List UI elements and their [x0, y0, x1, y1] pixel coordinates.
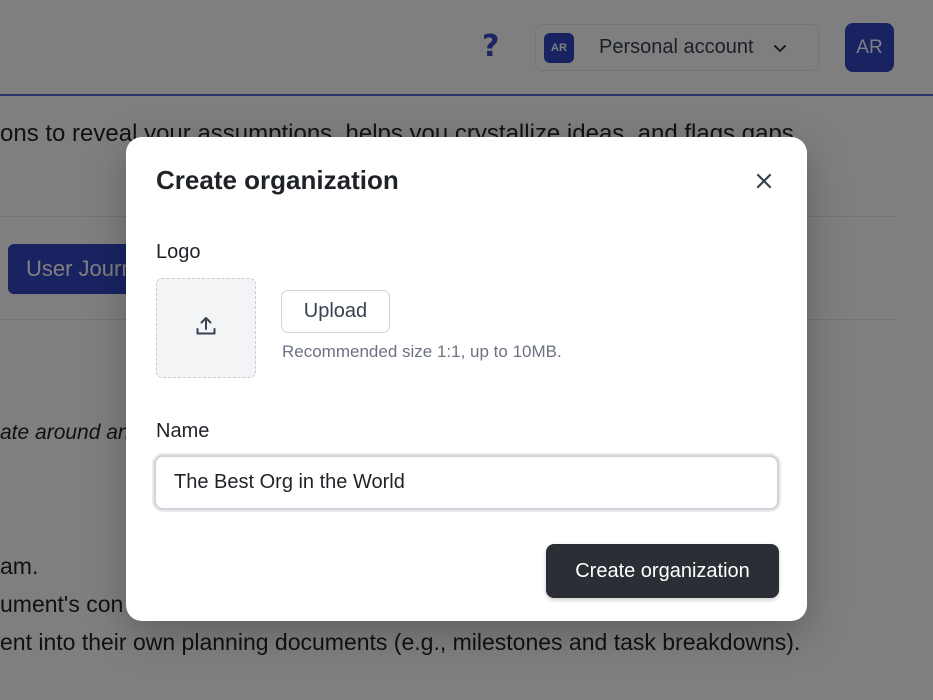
logo-label: Logo [156, 241, 201, 263]
create-organization-button[interactable]: Create organization [546, 544, 779, 598]
upload-hint: Recommended size 1:1, up to 10MB. [282, 342, 562, 361]
upload-button[interactable]: Upload [281, 290, 390, 333]
upload-icon [195, 315, 217, 342]
name-label: Name [156, 420, 210, 442]
create-organization-dialog: Create organization Logo Upload Recommen… [126, 137, 807, 621]
dialog-title: Create organization [156, 165, 399, 195]
logo-dropzone[interactable] [156, 278, 256, 378]
close-icon[interactable] [752, 169, 776, 193]
organization-name-input[interactable] [154, 455, 779, 510]
